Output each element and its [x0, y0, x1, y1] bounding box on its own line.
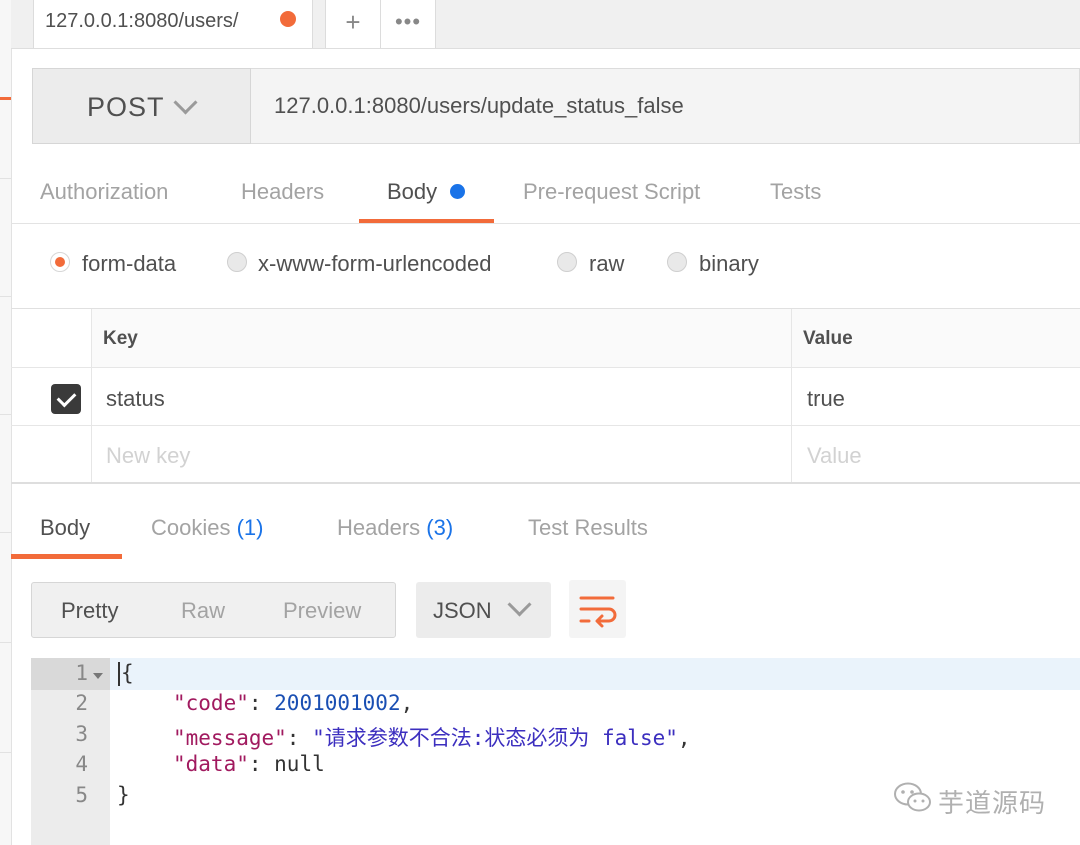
response-divider: [11, 482, 1080, 484]
view-pretty-button[interactable]: Pretty: [61, 598, 118, 624]
json-key: "message": [173, 726, 287, 750]
line-number: 1: [75, 661, 88, 685]
radio-form-data[interactable]: [50, 252, 70, 272]
line-number: 4: [75, 752, 88, 776]
row-divider: [11, 425, 1080, 426]
request-tab-title[interactable]: 127.0.0.1:8080/users/: [45, 10, 238, 33]
tab-body[interactable]: Body: [387, 179, 437, 205]
sidebar-divider: [0, 414, 11, 415]
active-line-highlight: [31, 658, 1080, 690]
json-null: null: [274, 752, 325, 776]
fold-arrow-icon[interactable]: [93, 673, 103, 679]
code-line-1: {: [121, 661, 134, 685]
code-line-5: }: [117, 783, 130, 807]
radio-label-binary[interactable]: binary: [699, 251, 759, 277]
sidebar-divider: [0, 642, 11, 643]
tab-authorization[interactable]: Authorization: [40, 179, 168, 205]
format-label[interactable]: JSON: [433, 598, 492, 624]
column-divider: [91, 309, 92, 482]
wechat-icon: [894, 782, 931, 812]
radio-raw[interactable]: [557, 252, 577, 272]
json-string: "请求参数不合法:状态必须为 false": [312, 726, 678, 750]
new-value-input[interactable]: Value: [807, 443, 862, 469]
text-cursor: [118, 662, 120, 686]
line-number: 5: [75, 783, 88, 807]
param-value-cell[interactable]: true: [807, 386, 845, 412]
sidebar-divider: [0, 752, 11, 753]
param-key-cell[interactable]: status: [106, 386, 165, 412]
response-tab-underline: [11, 554, 122, 559]
sidebar-divider: [0, 532, 11, 533]
radio-label-urlencoded[interactable]: x-www-form-urlencoded: [258, 251, 492, 277]
url-input[interactable]: 127.0.0.1:8080/users/update_status_false: [274, 93, 684, 119]
wrap-lines-button[interactable]: [569, 580, 626, 638]
headers-label[interactable]: Headers: [337, 515, 420, 540]
line-number: 2: [75, 691, 88, 715]
more-tabs-button[interactable]: •••: [380, 0, 436, 48]
tab-headers[interactable]: Headers: [241, 179, 324, 205]
tab-pre-request-script[interactable]: Pre-request Script: [523, 179, 700, 205]
column-header-value: Value: [803, 328, 853, 349]
headers-count[interactable]: (3): [426, 515, 453, 540]
view-raw-button[interactable]: Raw: [181, 598, 225, 624]
new-tab-button[interactable]: +: [325, 0, 381, 48]
new-key-input[interactable]: New key: [106, 443, 190, 469]
row-divider: [11, 367, 1080, 368]
view-preview-button[interactable]: Preview: [283, 598, 361, 624]
sidebar-edge: [0, 0, 12, 845]
cookies-label[interactable]: Cookies: [151, 515, 230, 540]
cookies-count[interactable]: (1): [237, 515, 264, 540]
response-tab-cookies[interactable]: Cookies (1): [151, 515, 264, 541]
unsaved-dot-icon[interactable]: [280, 11, 296, 27]
line-number: 3: [75, 722, 88, 746]
params-table-header: [91, 309, 1080, 367]
active-tab-underline: [359, 219, 494, 223]
response-tab-test-results[interactable]: Test Results: [528, 515, 648, 541]
wrap-lines-icon: [579, 596, 617, 628]
watermark-text: 芋道源码: [938, 788, 1047, 818]
code-line-3: "message": "请求参数不合法:状态必须为 false",: [173, 726, 691, 750]
radio-urlencoded[interactable]: [227, 252, 247, 272]
code-line-4: "data": null: [173, 752, 325, 776]
json-key: "data": [173, 752, 249, 776]
tab-tests[interactable]: Tests: [770, 179, 821, 205]
sidebar-active-marker: [0, 97, 11, 100]
column-header-key: Key: [103, 328, 138, 349]
response-tab-headers[interactable]: Headers (3): [337, 515, 453, 541]
response-tab-body[interactable]: Body: [40, 515, 90, 541]
json-key: "code": [173, 691, 249, 715]
json-number: 2001001002: [274, 691, 401, 715]
radio-label-raw[interactable]: raw: [589, 251, 624, 277]
column-divider: [791, 309, 792, 482]
row-enabled-checkbox[interactable]: [51, 384, 81, 414]
radio-binary[interactable]: [667, 252, 687, 272]
body-indicator-dot-icon: [450, 184, 465, 199]
radio-label-form-data[interactable]: form-data: [82, 251, 176, 277]
sidebar-divider: [0, 296, 11, 297]
method-label[interactable]: POST: [87, 92, 165, 123]
tabs-divider: [11, 223, 1080, 224]
code-line-2: "code": 2001001002,: [173, 691, 414, 715]
sidebar-divider: [0, 178, 11, 179]
